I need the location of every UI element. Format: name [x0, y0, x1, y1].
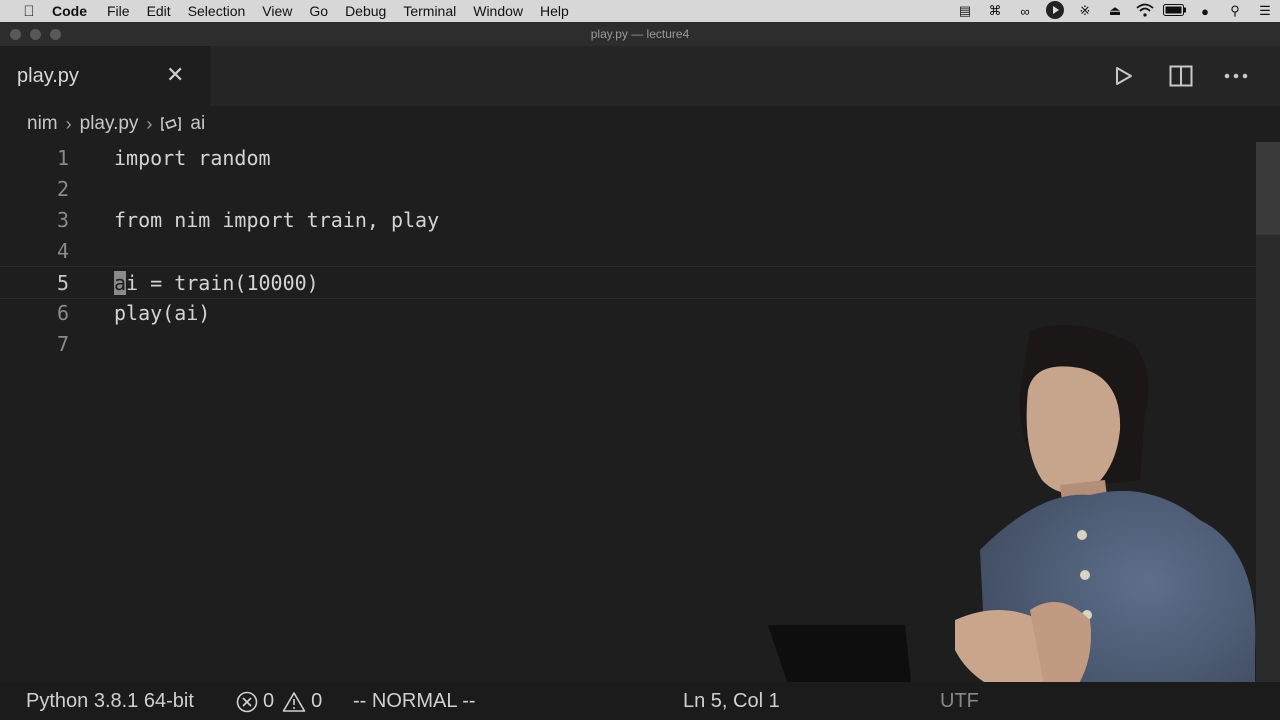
bluetooth-icon[interactable]: ※	[1070, 3, 1100, 19]
menu-file[interactable]: File	[107, 3, 130, 19]
error-count: 0	[263, 690, 275, 712]
chevron-right-icon: ›	[65, 113, 72, 134]
editor-scrollbar[interactable]	[1256, 142, 1280, 682]
block-cursor: a	[114, 271, 127, 295]
code-line-current[interactable]: 5 ai = train(10000)	[0, 266, 1256, 299]
close-window-button[interactable]	[10, 29, 21, 40]
menu-window[interactable]: Window	[473, 3, 523, 19]
line-number: 4	[56, 239, 69, 263]
line-number: 6	[56, 301, 69, 325]
editor-tab-bar: play.py ✕	[0, 46, 1280, 106]
docker-icon[interactable]: ▤	[950, 3, 980, 19]
scrollbar-thumb[interactable]	[1256, 142, 1280, 235]
more-actions-icon[interactable]	[1222, 62, 1250, 90]
play-circle-icon[interactable]	[1040, 0, 1070, 22]
line-code-rest: i = train(10000)	[126, 271, 319, 295]
user-icon[interactable]: ●	[1190, 4, 1220, 19]
breadcrumb-folder[interactable]: nim	[27, 113, 58, 135]
line-number: 5	[56, 271, 69, 295]
error-icon	[236, 691, 258, 713]
variable-symbol-icon	[160, 116, 182, 132]
wifi-icon[interactable]	[1130, 3, 1160, 20]
code-line[interactable]: 2	[0, 173, 1256, 204]
window-title-bar: play.py — lecture4	[0, 22, 1280, 46]
line-code[interactable]: ai = train(10000)	[114, 271, 319, 295]
menu-help[interactable]: Help	[540, 3, 569, 19]
macos-menu-bar:  Code File Edit Selection View Go Debug…	[0, 0, 1280, 22]
status-bar: Python 3.8.1 64-bit 0 0 -- NORMAL -- Ln …	[0, 682, 1280, 720]
menu-debug[interactable]: Debug	[345, 3, 386, 19]
line-code[interactable]: play(ai)	[114, 301, 210, 325]
glasses-icon[interactable]: ∞	[1010, 4, 1040, 19]
tab-play-py[interactable]: play.py ✕	[0, 46, 210, 106]
code-line[interactable]: 6 play(ai)	[0, 297, 1256, 328]
line-number: 7	[56, 332, 69, 356]
vim-mode-status: -- NORMAL --	[353, 690, 476, 712]
menu-view[interactable]: View	[262, 3, 292, 19]
warning-icon	[282, 691, 306, 713]
spotlight-search-icon[interactable]: ⚲	[1220, 3, 1250, 19]
menu-terminal[interactable]: Terminal	[403, 3, 456, 19]
menu-app-code[interactable]: Code	[52, 3, 87, 19]
code-line[interactable]: 7	[0, 328, 1256, 359]
menu-go[interactable]: Go	[309, 3, 328, 19]
warning-count: 0	[311, 690, 323, 712]
run-file-icon[interactable]	[1110, 62, 1138, 90]
problems-status[interactable]: 0 0	[236, 690, 322, 713]
code-line[interactable]: 4	[0, 235, 1256, 266]
window-title: play.py — lecture4	[590, 27, 690, 41]
battery-icon[interactable]	[1160, 3, 1190, 19]
line-number: 3	[56, 208, 69, 232]
notification-center-icon[interactable]: ☰	[1250, 3, 1280, 19]
line-number: 1	[56, 146, 69, 170]
breadcrumb: nim › play.py › ai	[0, 106, 1280, 142]
code-line[interactable]: 1 import random	[0, 142, 1256, 173]
cursor-position-status[interactable]: Ln 5, Col 1	[683, 690, 780, 713]
encoding-status[interactable]: UTF	[940, 690, 979, 713]
line-number: 2	[56, 177, 69, 201]
breadcrumb-file[interactable]: play.py	[80, 113, 139, 135]
apple-icon[interactable]: 	[20, 3, 38, 20]
code-editor[interactable]: 1 import random 2 3 from nim import trai…	[0, 142, 1280, 682]
line-code[interactable]: import random	[114, 146, 271, 170]
menu-bar-tray: ▤ ⌘ ∞ ※ ⏏ ● ⚲ ☰	[950, 0, 1280, 22]
menu-edit[interactable]: Edit	[147, 3, 171, 19]
command-icon[interactable]: ⌘	[980, 3, 1010, 19]
eject-icon[interactable]: ⏏	[1100, 3, 1130, 19]
split-editor-icon[interactable]	[1167, 62, 1195, 90]
line-code[interactable]: from nim import train, play	[114, 208, 439, 232]
tab-title: play.py	[17, 65, 79, 87]
close-icon[interactable]: ✕	[166, 62, 184, 88]
minimize-window-button[interactable]	[30, 29, 41, 40]
zoom-window-button[interactable]	[50, 29, 61, 40]
menu-selection[interactable]: Selection	[188, 3, 246, 19]
python-interpreter-status[interactable]: Python 3.8.1 64-bit	[26, 690, 194, 713]
chevron-right-icon: ›	[146, 113, 153, 134]
code-line[interactable]: 3 from nim import train, play	[0, 204, 1256, 235]
breadcrumb-symbol[interactable]: ai	[190, 113, 205, 135]
